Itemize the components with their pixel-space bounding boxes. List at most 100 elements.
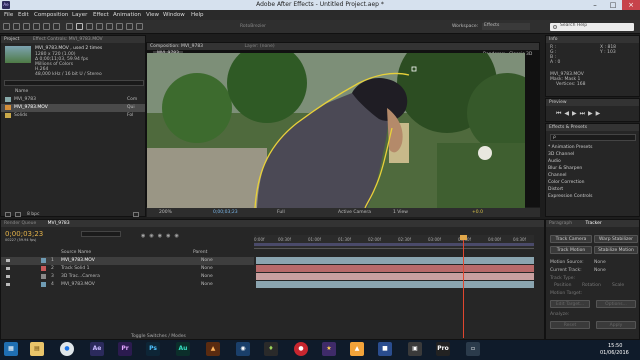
hand-tool-icon[interactable] <box>13 23 20 30</box>
scale-checkbox[interactable]: Scale <box>612 283 624 288</box>
tab-render-queue[interactable]: Render Queue <box>4 221 36 226</box>
app-icon[interactable]: ▫ <box>466 342 480 356</box>
menu-animation[interactable]: Animation <box>113 12 141 18</box>
app-icon[interactable]: ♦ <box>264 342 278 356</box>
photoshop-icon[interactable]: Ps <box>146 342 160 356</box>
tab-project[interactable]: Project <box>4 37 19 42</box>
app-icon[interactable]: ■ <box>378 342 392 356</box>
label-color[interactable] <box>41 258 46 263</box>
clone-stamp-tool-icon[interactable] <box>106 23 113 30</box>
menu-file[interactable]: File <box>4 12 13 18</box>
visibility-icon[interactable] <box>6 267 10 270</box>
effects-category[interactable]: * Animation Presets <box>548 145 592 150</box>
effects-category[interactable]: Color Correction <box>548 180 584 185</box>
edit-target-button[interactable]: Edit Target... <box>550 300 590 308</box>
view-layout-select[interactable]: 1 View <box>393 210 408 215</box>
work-area-bar[interactable] <box>254 243 534 246</box>
menu-effect[interactable]: Effect <box>93 12 109 18</box>
tab-effect-controls[interactable]: Effect Controls: MVI_9783.MOV <box>33 37 103 42</box>
layer-duration-bar[interactable] <box>256 273 534 280</box>
brush-tool-icon[interactable] <box>96 23 103 30</box>
project-item-footage[interactable]: MVI_9783.MOV Qui <box>1 104 145 112</box>
app-icon[interactable]: ★ <box>322 342 336 356</box>
taskbar-date[interactable]: 01/06/2016 <box>600 350 629 356</box>
project-item-folder[interactable]: Solids Fol <box>1 112 145 120</box>
layer-row[interactable]: 1 MVI_9783.MOV None <box>1 257 254 265</box>
playback-controls[interactable]: ⏮◀▶⏭▶▶ <box>556 110 603 118</box>
app-icon[interactable]: ◉ <box>236 342 250 356</box>
track-motion-button[interactable]: Track Motion <box>550 246 592 254</box>
selection-tool-icon[interactable] <box>3 23 10 30</box>
roto-bezier-option[interactable]: RotoBrezier <box>240 24 266 29</box>
zoom-tool-icon[interactable] <box>23 23 30 30</box>
time-ruler[interactable]: 0:00f 00:30f 01:00f 01:30f 02:00f 02:30f… <box>254 235 534 249</box>
vlc-icon[interactable]: ▲ <box>350 342 364 356</box>
rectangle-tool-icon[interactable] <box>66 23 73 30</box>
camera-tool-icon[interactable] <box>43 23 50 30</box>
file-explorer-icon[interactable]: ▤ <box>30 342 44 356</box>
layer-parent[interactable]: None <box>201 282 213 287</box>
reset-button[interactable]: Reset <box>550 321 590 329</box>
tab-preview[interactable]: Preview <box>549 100 567 105</box>
search-help-input[interactable]: Search Help <box>550 23 634 31</box>
close-icon[interactable]: × <box>622 0 640 10</box>
menu-help[interactable]: Help <box>191 12 204 18</box>
puppet-tool-icon[interactable] <box>136 23 143 30</box>
layer-duration-bar[interactable] <box>256 257 534 264</box>
visibility-icon[interactable] <box>6 283 10 286</box>
rotate-tool-icon[interactable] <box>33 23 40 30</box>
menu-layer[interactable]: Layer <box>72 12 87 18</box>
layer-name[interactable]: Track Solid 1 <box>61 266 89 271</box>
tab-paragraph[interactable]: Paragraph <box>549 221 572 226</box>
layer-parent[interactable]: None <box>201 266 213 271</box>
effects-category[interactable]: Channel <box>548 173 566 178</box>
layer-name[interactable]: MVI_9783.MOV <box>61 258 95 263</box>
track-camera-button[interactable]: Track Camera <box>550 235 592 243</box>
pen-tool-icon[interactable] <box>76 23 83 30</box>
menu-composition[interactable]: Composition <box>34 12 68 18</box>
warp-stabilizer-button[interactable]: Warp Stabilizer <box>594 235 638 243</box>
motion-source-select[interactable]: None <box>594 260 606 265</box>
app-icon[interactable]: ▣ <box>408 342 422 356</box>
menu-window[interactable]: Window <box>163 12 185 18</box>
layer-name[interactable]: 3D Trac...Camera <box>61 274 100 279</box>
magnification-select[interactable]: 200% <box>159 210 172 215</box>
column-source-name[interactable]: Source Name <box>61 250 91 255</box>
windows-start-icon[interactable]: ▦ <box>4 342 18 356</box>
position-checkbox[interactable]: Position <box>554 283 572 288</box>
rotation-checkbox[interactable]: Rotation <box>582 283 601 288</box>
label-color[interactable] <box>41 282 46 287</box>
trash-icon[interactable] <box>133 212 139 217</box>
chrome-icon[interactable]: ● <box>60 342 74 356</box>
effects-category[interactable]: Blur & Sharpen <box>548 166 582 171</box>
app-icon[interactable]: Pro <box>436 342 450 356</box>
project-search-input[interactable] <box>4 80 144 86</box>
bit-depth-toggle[interactable]: 8 bpc <box>27 212 39 217</box>
resolution-select[interactable]: Full <box>277 210 285 215</box>
column-name[interactable]: Name <box>15 89 28 94</box>
current-time-display[interactable]: 0;00;03;23 <box>213 210 238 215</box>
layer-row[interactable]: 3 3D Trac...Camera None <box>1 273 254 281</box>
toggle-switches-modes[interactable]: Toggle Switches / Modes <box>131 334 186 339</box>
tab-effects-presets[interactable]: Effects & Presets <box>549 125 587 130</box>
exposure-value[interactable]: +0.0 <box>472 210 483 215</box>
premiere-icon[interactable]: Pr <box>118 342 132 356</box>
layer-name[interactable]: MVI_9783.MOV <box>61 282 95 287</box>
label-color[interactable] <box>41 266 46 271</box>
new-folder-icon[interactable] <box>15 212 21 217</box>
visibility-icon[interactable] <box>6 275 10 278</box>
timeline-search-input[interactable] <box>81 231 121 237</box>
composition-viewport[interactable] <box>147 53 525 208</box>
current-time-indicator[interactable] <box>463 235 464 338</box>
type-tool-icon[interactable] <box>86 23 93 30</box>
effects-category[interactable]: Audio <box>548 159 561 164</box>
audition-icon[interactable]: Au <box>176 342 190 356</box>
column-parent[interactable]: Parent <box>193 250 207 255</box>
app-icon[interactable]: ▲ <box>206 342 220 356</box>
taskbar-time[interactable]: 15:50 <box>608 343 622 349</box>
tab-composition[interactable]: Composition: MVI_9783 <box>150 44 203 49</box>
effects-category[interactable]: Distort <box>548 187 563 192</box>
layer-row[interactable]: 2 Track Solid 1 None <box>1 265 254 273</box>
pan-behind-tool-icon[interactable] <box>53 23 60 30</box>
maximize-icon[interactable]: □ <box>604 0 622 10</box>
